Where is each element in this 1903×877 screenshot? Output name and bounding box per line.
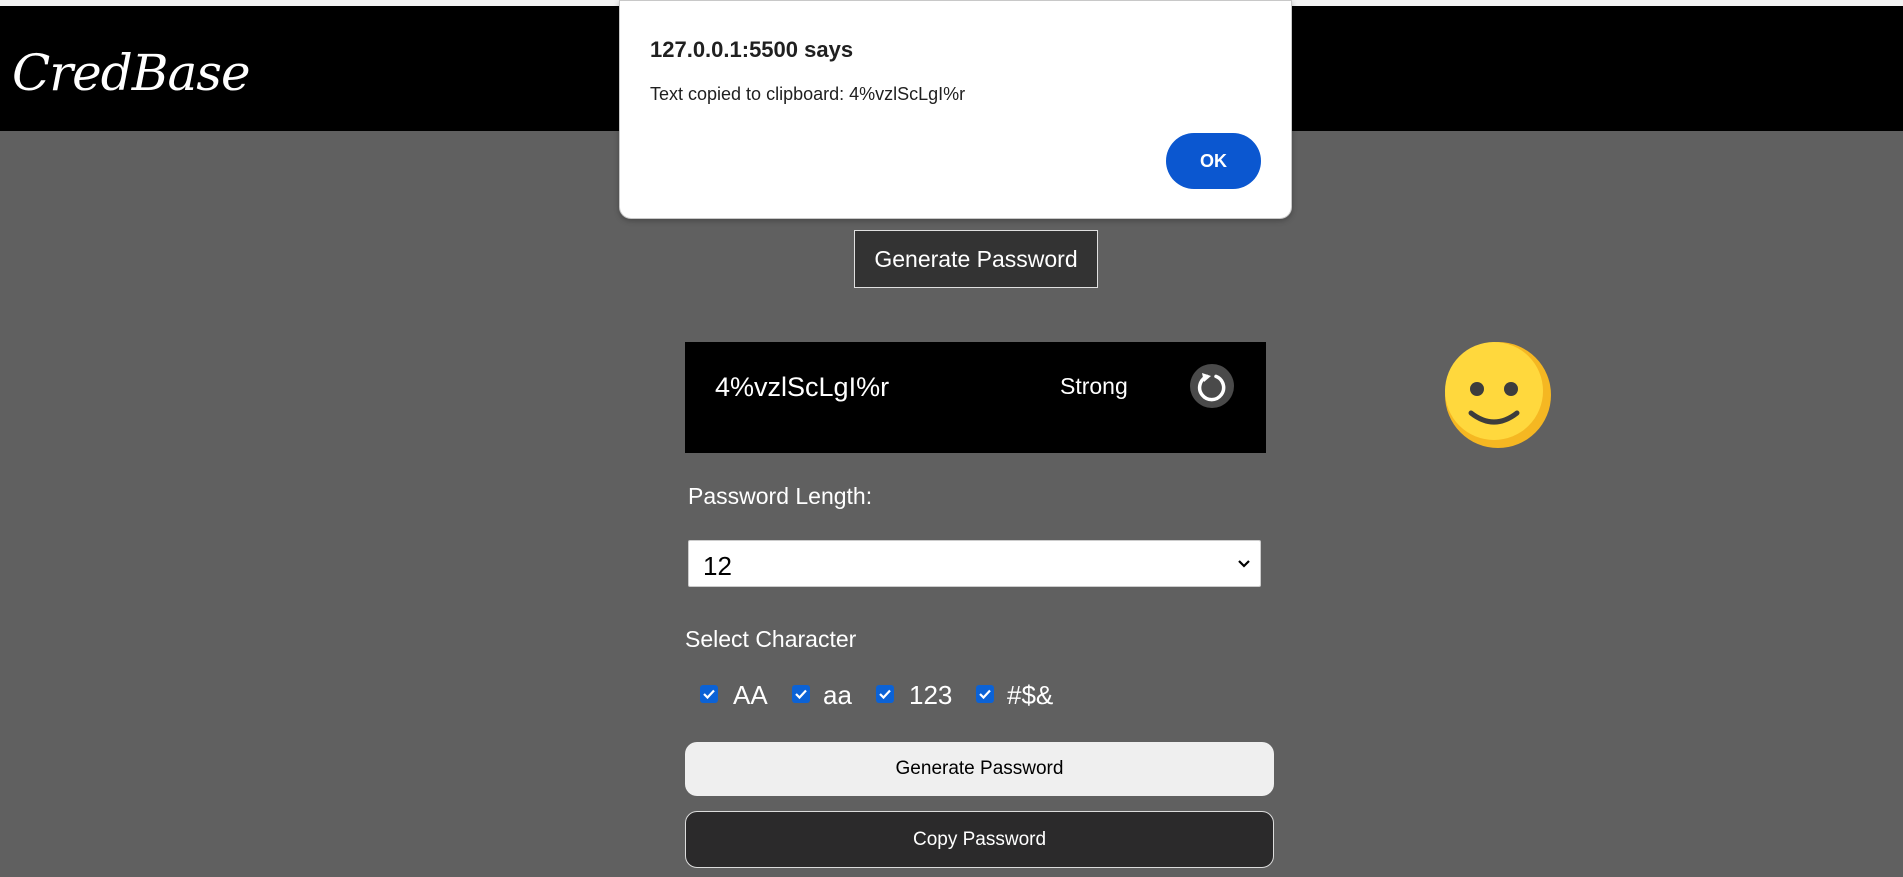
- chevron-down-icon: [1238, 560, 1250, 568]
- checkbox-check-icon: [979, 689, 991, 700]
- numbers-label: 123: [909, 680, 953, 710]
- copy-password-button[interactable]: Copy Password: [685, 811, 1274, 868]
- symbols-checkbox[interactable]: [976, 685, 994, 703]
- lowercase-checkbox[interactable]: [792, 685, 810, 703]
- alert-dialog: 127.0.0.1:5500 says Text copied to clipb…: [619, 0, 1292, 219]
- symbols-label: #$&: [1007, 680, 1054, 710]
- password-display: 4%vzlScLgI%r Strong: [685, 342, 1266, 453]
- smiley-icon: [1445, 342, 1551, 448]
- dialog-message: Text copied to clipboard: 4%vzlScLgI%r: [650, 84, 966, 104]
- password-length-label: Password Length:: [688, 483, 873, 509]
- dialog-title: 127.0.0.1:5500 says: [650, 37, 854, 62]
- uppercase-checkbox[interactable]: [700, 685, 718, 703]
- checkbox-check-icon: [795, 689, 807, 700]
- lowercase-label: aa: [823, 680, 852, 710]
- refresh-icon: [1197, 373, 1226, 402]
- numbers-checkbox[interactable]: [876, 685, 894, 703]
- checkbox-check-icon: [703, 689, 715, 700]
- select-character-label: Select Character: [685, 626, 857, 652]
- ok-button[interactable]: OK: [1166, 133, 1261, 189]
- uppercase-label: AA: [733, 680, 768, 710]
- generate-password-button[interactable]: Generate Password: [685, 742, 1274, 796]
- strength-label: Strong: [1060, 373, 1128, 399]
- checkbox-check-icon: [879, 689, 891, 700]
- refresh-button[interactable]: [1190, 364, 1234, 408]
- password-length-select[interactable]: 12: [688, 540, 1261, 587]
- generate-password-tab[interactable]: Generate Password: [854, 230, 1098, 288]
- password-length-value: 12: [703, 551, 732, 581]
- logo[interactable]: CredBase: [12, 44, 251, 102]
- password-text: 4%vzlScLgI%r: [715, 372, 890, 402]
